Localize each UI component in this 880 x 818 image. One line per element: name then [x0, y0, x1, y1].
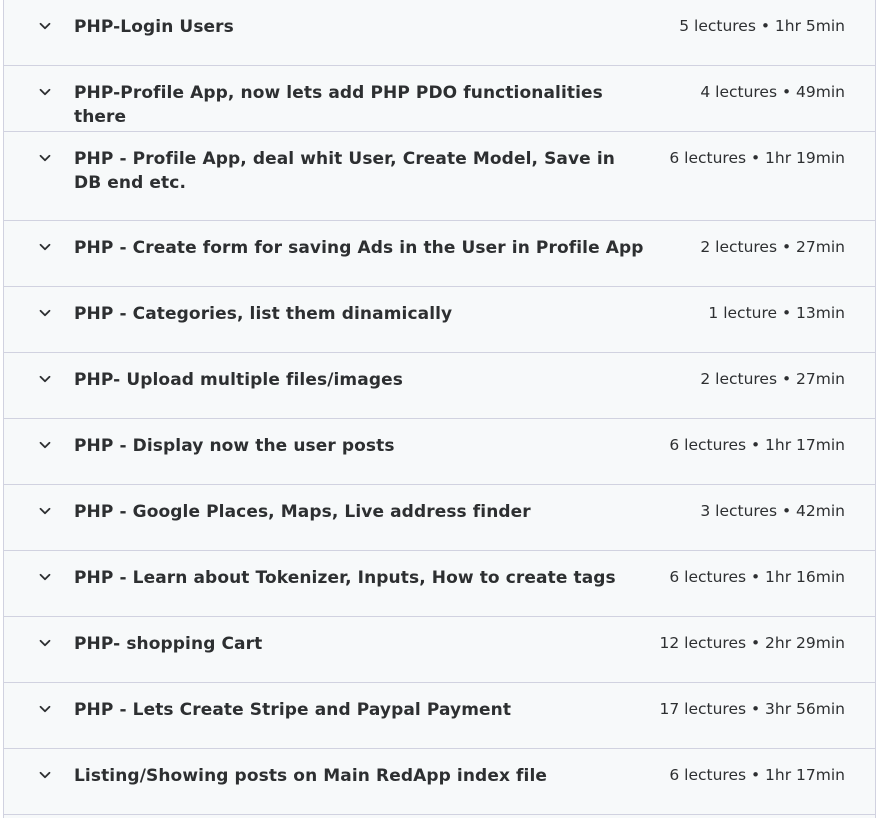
section-meta: 2 lectures • 27min: [700, 238, 845, 256]
section-meta: 6 lectures • 1hr 16min: [669, 568, 845, 586]
chevron-down-icon[interactable]: [38, 240, 52, 254]
section-row[interactable]: PHP-Profile App, now lets add PHP PDO fu…: [4, 66, 875, 132]
chevron-down-icon[interactable]: [38, 570, 52, 584]
section-title: PHP-Profile App, now lets add PHP PDO fu…: [74, 83, 603, 127]
chevron-down-icon[interactable]: [38, 372, 52, 386]
chevron-down-icon[interactable]: [38, 636, 52, 650]
section-row[interactable]: PHP - Google Places, Maps, Live address …: [4, 485, 875, 551]
chevron-down-icon[interactable]: [38, 151, 52, 165]
section-row[interactable]: PHP - Profile App, deal whit User, Creat…: [4, 132, 875, 221]
chevron-down-icon[interactable]: [38, 702, 52, 716]
chevron-down-icon[interactable]: [38, 85, 52, 99]
curriculum-section-list: PHP-Login Users 5 lectures • 1hr 5min PH…: [3, 0, 876, 818]
section-title: PHP - Lets Create Stripe and Paypal Paym…: [74, 700, 512, 720]
section-meta: 2 lectures • 27min: [700, 370, 845, 388]
section-title: PHP-Login Users: [74, 17, 234, 37]
section-meta: 12 lectures • 2hr 29min: [659, 634, 846, 652]
section-meta: 17 lectures • 3hr 56min: [659, 700, 846, 718]
section-meta: 5 lectures • 1hr 5min: [679, 17, 845, 35]
section-title: PHP- shopping Cart: [74, 634, 263, 654]
section-row[interactable]: PHP- shopping Cart 12 lectures • 2hr 29m…: [4, 617, 875, 683]
chevron-down-icon[interactable]: [38, 19, 52, 33]
chevron-down-icon[interactable]: [38, 306, 52, 320]
section-title: PHP - Categories, list them dinamically: [74, 304, 453, 324]
section-meta: 4 lectures • 49min: [700, 83, 845, 101]
section-meta: 6 lectures • 1hr 19min: [669, 149, 845, 167]
chevron-down-icon[interactable]: [38, 768, 52, 782]
chevron-down-icon[interactable]: [38, 504, 52, 518]
section-row[interactable]: PHP-Login Users 5 lectures • 1hr 5min: [4, 0, 875, 66]
section-title: PHP - Create form for saving Ads in the …: [74, 238, 644, 258]
section-title: PHP - Learn about Tokenizer, Inputs, How…: [74, 568, 616, 588]
section-row[interactable]: PHP - Categories, list them dinamically …: [4, 287, 875, 353]
section-row[interactable]: PHP - Learn about Tokenizer, Inputs, How…: [4, 551, 875, 617]
section-meta: 3 lectures • 42min: [700, 502, 845, 520]
section-row[interactable]: Listing/Showing posts on Main RedApp ind…: [4, 749, 875, 815]
section-meta: 6 lectures • 1hr 17min: [669, 766, 845, 784]
section-title: PHP - Display now the user posts: [74, 436, 395, 456]
section-title: PHP - Profile App, deal whit User, Creat…: [74, 149, 615, 193]
section-row[interactable]: PHP - Display now the user posts 6 lectu…: [4, 419, 875, 485]
section-meta: 1 lecture • 13min: [708, 304, 845, 322]
section-row[interactable]: PHP - Create form for saving Ads in the …: [4, 221, 875, 287]
section-meta: 6 lectures • 1hr 17min: [669, 436, 845, 454]
section-title: PHP - Google Places, Maps, Live address …: [74, 502, 531, 522]
section-row[interactable]: PHP- Upload multiple files/images 2 lect…: [4, 353, 875, 419]
section-row[interactable]: PHP - Lets Create Stripe and Paypal Paym…: [4, 683, 875, 749]
section-title: Listing/Showing posts on Main RedApp ind…: [74, 766, 548, 786]
section-title: PHP- Upload multiple files/images: [74, 370, 403, 390]
chevron-down-icon[interactable]: [38, 438, 52, 452]
